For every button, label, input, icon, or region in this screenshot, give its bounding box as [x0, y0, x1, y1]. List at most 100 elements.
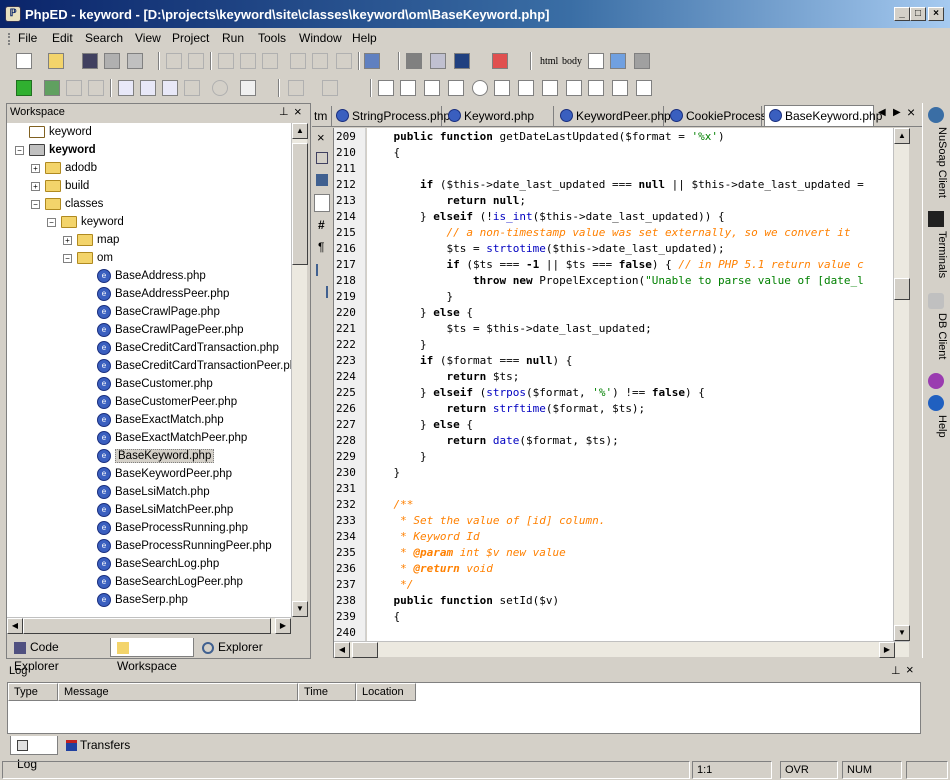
code-line[interactable]: } — [367, 289, 453, 305]
tree-file-item[interactable]: e BaseSearchLogPeer.php — [97, 573, 243, 591]
color-icon[interactable] — [454, 53, 470, 69]
menu-search[interactable]: Search — [85, 31, 123, 45]
tree-folder-item[interactable]: map — [77, 231, 119, 249]
hscroll-thumb[interactable] — [23, 618, 271, 634]
panel-close-icon[interactable]: × — [294, 104, 302, 119]
log-close-icon[interactable]: × — [906, 662, 914, 677]
table-icon[interactable] — [588, 53, 604, 69]
pin-icon[interactable]: ⊥ — [279, 105, 289, 118]
editor-tab[interactable]: BaseKeyword.php — [764, 105, 882, 126]
code-line[interactable]: if ($this->date_last_updated === null ||… — [367, 177, 864, 193]
reset-icon[interactable] — [636, 80, 652, 96]
indent-icon[interactable] — [316, 264, 328, 276]
expand-toggle-icon[interactable]: + — [31, 182, 40, 191]
tab-scroll-left-icon[interactable]: ◀ — [878, 107, 886, 118]
browser-icon[interactable] — [364, 53, 380, 69]
tree-folder-item[interactable]: adodb — [45, 159, 97, 177]
paste-icon[interactable] — [262, 53, 278, 69]
editor-tab[interactable]: Keyword.php — [444, 106, 554, 126]
code-line[interactable]: * @return void — [367, 561, 493, 577]
tab-code-explorer[interactable]: Code Explorer — [8, 638, 108, 673]
menu-view[interactable]: View — [135, 31, 161, 45]
tree-file-item[interactable]: e BaseProcessRunningPeer.php — [97, 537, 272, 555]
tree-folder-item[interactable]: build — [45, 177, 89, 195]
tree-file-item[interactable]: e BaseCustomerPeer.php — [97, 393, 237, 411]
tree-file-item[interactable]: e BaseExactMatch.php — [97, 411, 224, 429]
radio-icon[interactable] — [472, 80, 488, 96]
editor-scroll-left[interactable]: ◀ — [334, 642, 350, 658]
textarea-icon[interactable] — [518, 80, 534, 96]
tree-file-item[interactable]: e BaseSerp.php — [97, 591, 188, 609]
tree-file-item[interactable]: e BaseProcessRunning.php — [97, 519, 248, 537]
open-folder-icon[interactable] — [48, 53, 64, 69]
run-to-cursor-icon[interactable] — [184, 80, 200, 96]
checkbox-icon[interactable] — [448, 80, 464, 96]
tree-vertical-scrollbar[interactable]: ▲ ▼ — [291, 123, 308, 617]
expand-toggle-icon[interactable]: − — [31, 200, 40, 209]
editor-tab[interactable]: StringProcess.php — [332, 106, 450, 126]
tree-folder-item[interactable]: keyword — [29, 141, 96, 159]
copy-icon[interactable] — [240, 53, 256, 69]
tab-workspace[interactable]: Workspace — [110, 638, 194, 673]
scroll-thumb[interactable] — [292, 143, 308, 265]
div-icon[interactable] — [400, 80, 416, 96]
log-col-location[interactable]: Location — [356, 683, 416, 701]
outdent-icon[interactable] — [316, 286, 328, 298]
new-file-icon[interactable] — [16, 53, 32, 69]
terminals-tab[interactable]: Terminals — [926, 211, 948, 289]
tab-scroll-right-icon[interactable]: ▶ — [893, 107, 901, 118]
code-line[interactable]: /** — [367, 497, 414, 513]
code-line[interactable]: } elseif (strpos($format, '%') !== false… — [367, 385, 705, 401]
code-line[interactable]: $ts = $this->date_last_updated; — [367, 321, 651, 337]
undo-icon[interactable] — [166, 53, 182, 69]
body-tag-button[interactable]: body — [562, 56, 582, 67]
html-tag-button[interactable]: html — [540, 56, 558, 67]
log-col-time[interactable]: Time — [298, 683, 356, 701]
pilcrow-icon[interactable]: ¶ — [318, 240, 324, 254]
tree-file-item[interactable]: e BaseCrawlPage.php — [97, 303, 220, 321]
stop-icon[interactable] — [66, 80, 82, 96]
code-line[interactable]: * Keyword Id — [367, 529, 479, 545]
code-line[interactable]: } — [367, 449, 427, 465]
expand-toggle-icon[interactable]: − — [63, 254, 72, 263]
textbox-icon[interactable] — [588, 80, 604, 96]
code-line[interactable]: * @param int $v new value — [367, 545, 566, 561]
anchor-icon[interactable] — [378, 80, 394, 96]
breakpoint-icon[interactable] — [212, 80, 228, 96]
expand-toggle-icon[interactable]: − — [47, 218, 56, 227]
menu-file[interactable]: File — [18, 31, 37, 45]
maximize-button[interactable]: □ — [910, 7, 926, 21]
tree-file-item[interactable]: e BaseCreditCardTransaction.php — [97, 339, 279, 357]
menu-run[interactable]: Run — [222, 31, 244, 45]
editor-hscroll-thumb[interactable] — [352, 642, 378, 658]
tab-transfers[interactable]: Transfers — [60, 736, 140, 755]
code-editor[interactable]: public function getDateLastUpdated($form… — [367, 128, 893, 643]
cut-icon[interactable] — [218, 53, 234, 69]
hidden-icon[interactable] — [494, 80, 510, 96]
back-icon[interactable] — [288, 80, 304, 96]
step-into-icon[interactable] — [118, 80, 134, 96]
code-line[interactable]: return $ts; — [367, 369, 519, 385]
code-line[interactable]: } else { — [367, 305, 473, 321]
close-button[interactable]: × — [928, 7, 944, 21]
editor-tab[interactable]: KeywordPeer.php — [556, 106, 671, 126]
frame-icon[interactable] — [424, 80, 440, 96]
tree-folder-item[interactable]: om — [77, 249, 113, 267]
image-icon[interactable] — [610, 53, 626, 69]
save-icon[interactable] — [82, 53, 98, 69]
menu-tools[interactable]: Tools — [258, 31, 286, 45]
code-line[interactable]: $ts = strtotime($this->date_last_updated… — [367, 241, 724, 257]
tree-file-item[interactable]: e BaseCustomer.php — [97, 375, 213, 393]
pause-icon[interactable] — [88, 80, 104, 96]
tools-icon[interactable] — [406, 53, 422, 69]
editor-tab[interactable]: tm — [312, 106, 332, 126]
editor-scroll-down[interactable]: ▼ — [894, 625, 910, 641]
tree-folder-item[interactable]: keyword — [61, 213, 124, 231]
code-line[interactable]: if ($ts === -1 || $ts === false) { // in… — [367, 257, 863, 273]
editor-tab[interactable]: CookieProcess.php — [666, 106, 790, 126]
toggle-icon[interactable] — [316, 152, 328, 164]
code-line[interactable]: return strftime($format, $ts); — [367, 401, 645, 417]
code-line[interactable]: public function getDateLastUpdated($form… — [367, 129, 725, 145]
menu-help[interactable]: Help — [352, 31, 377, 45]
menu-window[interactable]: Window — [299, 31, 342, 45]
